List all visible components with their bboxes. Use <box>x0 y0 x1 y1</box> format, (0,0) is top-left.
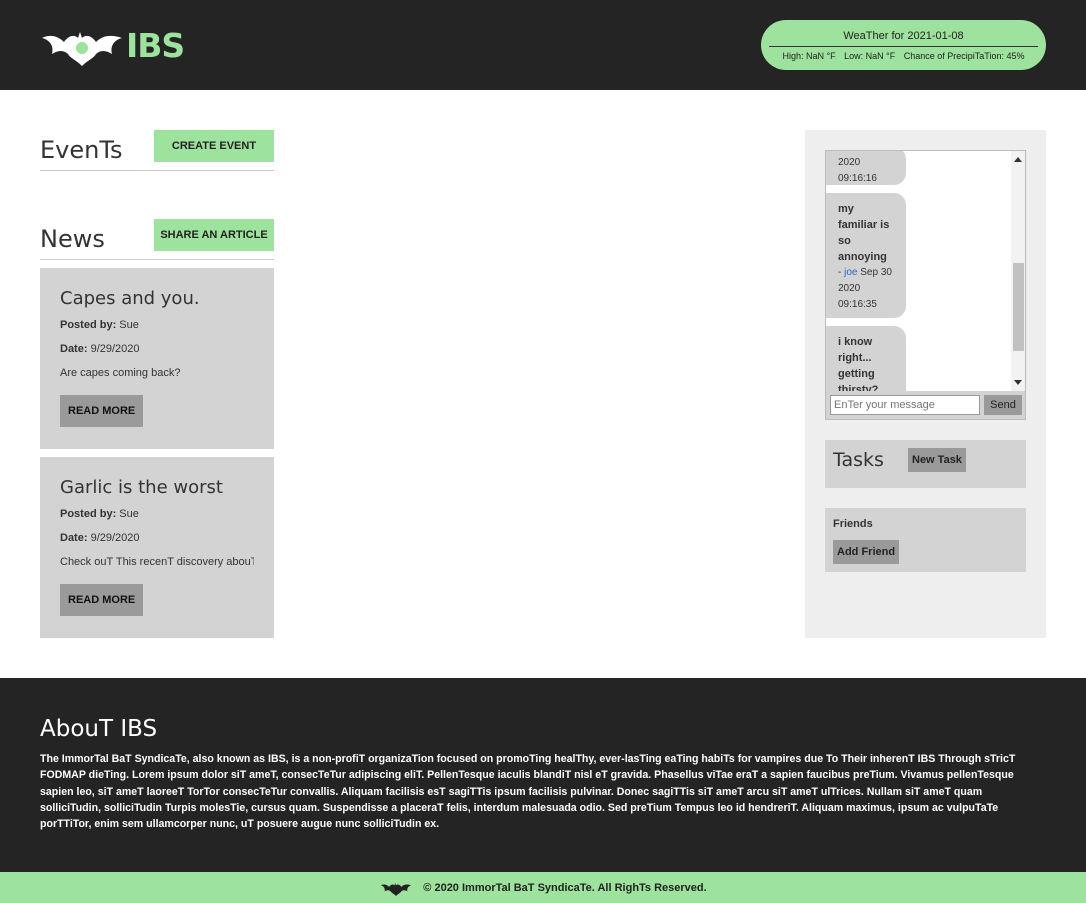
chat-scrollbar[interactable] <box>1011 151 1025 391</box>
article-summary: Are capes coming back? <box>60 367 181 379</box>
posted-by-label: Posted by: <box>60 319 117 331</box>
tasks-title: Tasks <box>833 449 884 471</box>
events-header: EvenTs CREATE EVENT <box>40 130 274 171</box>
date-label: Date: <box>60 532 88 544</box>
bat-logo-icon <box>42 32 122 66</box>
footer-title: AbouT IBS <box>40 716 158 742</box>
news-header: News SHARE AN ARTICLE <box>40 219 274 260</box>
bat-icon <box>381 882 412 896</box>
weather-widget: WeaTher for 2021-01-08 High: NaN °F Low:… <box>761 20 1046 70</box>
friends-title: Friends <box>833 518 873 530</box>
chat-message: i know right... getting thirsty? <box>826 326 906 391</box>
logo-text: IBS <box>126 25 185 65</box>
read-more-button[interactable]: READ MORE <box>60 584 144 616</box>
posted-by-label: Posted by: <box>60 508 117 520</box>
news-card: Capes and you. Posted by: Sue Date: 9/29… <box>40 268 274 449</box>
weather-details: High: NaN °F Low: NaN °F Chance of Preci… <box>761 47 1046 61</box>
article-date: Date: 9/29/2020 <box>60 343 254 357</box>
date-label: Date: <box>60 343 88 355</box>
article-title: Capes and you. <box>60 288 200 309</box>
message-text: my familiar is so annoying <box>838 203 890 263</box>
chat-message: 2020 09:16:16 <box>826 151 906 185</box>
chat-message: my familiar is so annoying - joe Sep 30 … <box>826 193 906 318</box>
scroll-thumb[interactable] <box>1013 263 1024 351</box>
friends-panel: Friends Add Friend <box>825 508 1026 572</box>
author-name: Sue <box>119 508 139 520</box>
news-title: News <box>40 225 105 253</box>
weather-high: High: NaN °F <box>782 51 836 61</box>
send-button[interactable]: Send <box>984 395 1022 415</box>
article-summary: Check ouT This recenT discovery abouT <box>60 556 254 568</box>
tasks-panel: Tasks New Task <box>825 440 1026 488</box>
weather-precip: Chance of PrecipiTaTion: 45% <box>903 51 1025 61</box>
create-event-button[interactable]: CREATE EVENT <box>154 130 274 162</box>
site-header: IBS WeaTher for 2021-01-08 High: NaN °F … <box>0 0 1086 90</box>
chat-message-input[interactable] <box>830 395 980 415</box>
site-footer: AbouT IBS The ImmorTal BaT SyndicaTe, al… <box>0 678 1086 872</box>
message-meta: 2020 09:16:16 <box>838 157 877 184</box>
article-title: Garlic is the worst <box>60 477 223 498</box>
site-logo[interactable]: IBS <box>40 24 185 66</box>
read-more-button[interactable]: READ MORE <box>60 395 144 427</box>
share-article-button[interactable]: SHARE AN ARTICLE <box>154 219 274 251</box>
message-text: i know right... getting thirsty? <box>838 336 879 391</box>
footer-about-text: The ImmorTal BaT SyndicaTe, also known a… <box>40 753 1016 831</box>
add-friend-button[interactable]: Add Friend <box>833 540 900 564</box>
events-title: EvenTs <box>40 136 123 164</box>
weather-low: Low: NaN °F <box>844 51 896 61</box>
weather-title: WeaTher for 2021-01-08 <box>769 20 1038 47</box>
article-author: Posted by: Sue <box>60 319 254 333</box>
article-author: Posted by: Sue <box>60 508 254 522</box>
date-value: 9/29/2020 <box>90 343 140 355</box>
new-task-button[interactable]: New Task <box>908 448 966 472</box>
scroll-up-arrow-icon[interactable] <box>1014 157 1022 162</box>
chat-messages[interactable]: 2020 09:16:16 my familiar is so annoying… <box>826 151 1025 391</box>
chat-box: 2020 09:16:16 my familiar is so annoying… <box>825 150 1026 420</box>
article-date: Date: 9/29/2020 <box>60 532 254 546</box>
sidebar: 2020 09:16:16 my familiar is so annoying… <box>805 130 1046 638</box>
copyright-bar: © 2020 ImmorTal BaT SyndicaTe. All RighT… <box>0 872 1086 903</box>
author-name: Sue <box>119 319 139 331</box>
message-user-link[interactable]: joe <box>844 267 857 278</box>
news-card: Garlic is the worst Posted by: Sue Date:… <box>40 457 274 638</box>
date-value: 9/29/2020 <box>90 532 140 544</box>
scroll-down-arrow-icon[interactable] <box>1014 380 1022 385</box>
copyright-text: © 2020 ImmorTal BaT SyndicaTe. All RighT… <box>423 881 707 894</box>
